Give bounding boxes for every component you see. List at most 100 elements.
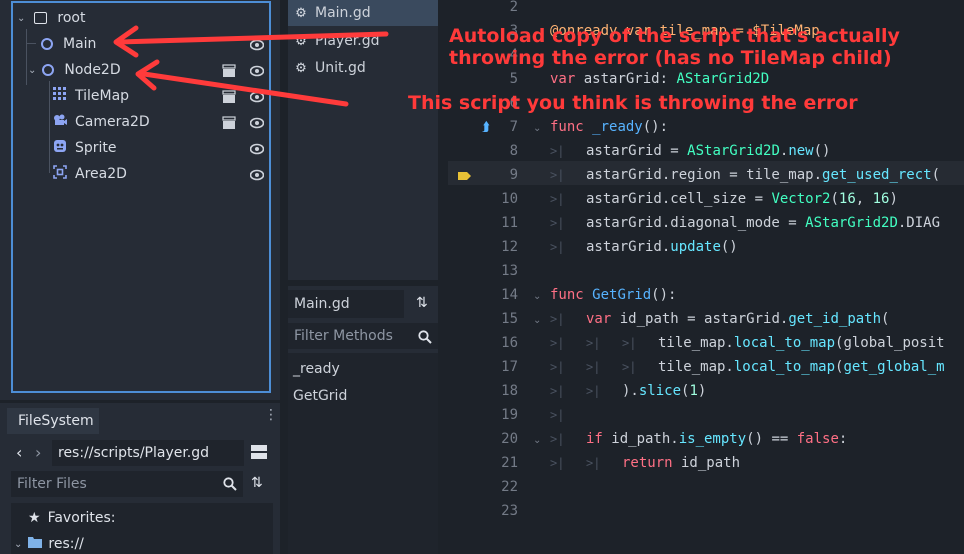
script-item-label: Player.gd bbox=[315, 33, 380, 49]
tab-marker-icon: >| bbox=[550, 168, 565, 182]
tab-marker-icon: >| bbox=[586, 336, 601, 350]
camera-icon bbox=[53, 113, 67, 131]
tree-item-label: Sprite bbox=[75, 140, 117, 156]
chevron-down-icon[interactable]: ⌄ bbox=[14, 539, 22, 550]
code-line: if id_path.is_empty() == false: bbox=[586, 431, 848, 447]
more-options-icon[interactable]: ⋮ bbox=[264, 408, 278, 422]
clapperboard-icon[interactable] bbox=[222, 63, 236, 77]
method-item[interactable]: _ready bbox=[293, 361, 340, 377]
visibility-eye-icon[interactable] bbox=[249, 37, 265, 51]
star-icon: ★ bbox=[28, 510, 41, 526]
favorites-item[interactable]: ★ Favorites: bbox=[28, 510, 116, 526]
methods-panel: Main.gd ⇅ Filter Methods _ready GetGrid bbox=[288, 286, 438, 554]
line-number: 18 bbox=[501, 383, 518, 399]
back-arrow-icon[interactable]: ‹ bbox=[16, 443, 22, 462]
visibility-eye-icon[interactable] bbox=[249, 141, 265, 155]
filter-files-input[interactable]: Filter Files bbox=[11, 471, 243, 497]
node-circle-icon bbox=[41, 38, 53, 50]
fold-arrow-icon[interactable]: ⌄ bbox=[533, 435, 541, 446]
clapperboard-icon[interactable] bbox=[222, 89, 236, 103]
script-item-label: Unit.gd bbox=[315, 60, 366, 76]
tree-item-label: Area2D bbox=[75, 166, 127, 182]
methods-title: Main.gd bbox=[288, 290, 404, 318]
code-line: astarGrid.cell_size = Vector2(16, 16) bbox=[586, 191, 898, 207]
tree-item-area2d[interactable]: Area2D bbox=[53, 161, 127, 187]
tab-marker-icon: >| bbox=[550, 336, 565, 350]
gear-icon: ⚙ bbox=[295, 60, 307, 76]
line-number: 14 bbox=[501, 287, 518, 303]
tree-item-label: Main bbox=[63, 36, 97, 52]
annotation-autoload-note: Autoload copy of the script that's actua… bbox=[449, 25, 900, 69]
visibility-eye-icon[interactable] bbox=[249, 89, 265, 103]
visibility-eye-icon[interactable] bbox=[249, 63, 265, 77]
line-number: 10 bbox=[501, 191, 518, 207]
script-item-player[interactable]: ⚙ Player.gd bbox=[288, 28, 438, 54]
code-line: return id_path bbox=[622, 455, 741, 471]
script-item-unit[interactable]: ⚙ Unit.gd bbox=[288, 55, 438, 81]
sort-icon[interactable]: ⇅ bbox=[251, 475, 263, 491]
methods-list: _ready GetGrid bbox=[288, 353, 438, 554]
tree-item-node2d[interactable]: ⌄ Node2D bbox=[28, 57, 121, 83]
tab-marker-icon: >| bbox=[550, 408, 565, 422]
connected-signal-icon[interactable]: ⮭ bbox=[482, 120, 490, 135]
tab-filesystem[interactable]: FileSystem bbox=[7, 408, 99, 434]
visibility-eye-icon[interactable] bbox=[249, 115, 265, 129]
annotation-script-note: This script you think is throwing the er… bbox=[408, 92, 858, 114]
split-view-icon[interactable] bbox=[251, 444, 267, 464]
res-folder-item[interactable]: ⌄ res:// bbox=[14, 536, 84, 552]
tab-marker-icon: >| bbox=[622, 336, 637, 350]
file-tree: ★ Favorites: ⌄ res:// bbox=[11, 503, 273, 554]
scene-panel: ⌄ root Main ⌄ Node2D TileMap Camera2D Sp… bbox=[0, 0, 280, 400]
tree-item-label: Node2D bbox=[64, 62, 121, 78]
line-number: 17 bbox=[501, 359, 518, 375]
scene-tree: ⌄ root Main ⌄ Node2D TileMap Camera2D Sp… bbox=[11, 1, 271, 393]
clapperboard-icon[interactable] bbox=[222, 115, 236, 129]
filesystem-panel: FileSystem ⋮ ‹ › res://scripts/Player.gd… bbox=[0, 403, 280, 554]
tree-item-label: root bbox=[57, 10, 86, 26]
res-folder-label: res:// bbox=[48, 536, 84, 552]
line-number: 13 bbox=[501, 263, 518, 279]
tree-item-tilemap[interactable]: TileMap bbox=[53, 83, 129, 109]
line-number: 11 bbox=[501, 215, 518, 231]
forward-arrow-icon[interactable]: › bbox=[35, 443, 41, 462]
line-number: 7 bbox=[509, 119, 518, 135]
tree-item-root[interactable]: ⌄ root bbox=[17, 5, 85, 31]
line-number: 19 bbox=[501, 407, 518, 423]
line-number: 16 bbox=[501, 335, 518, 351]
method-item[interactable]: GetGrid bbox=[293, 388, 347, 404]
code-line: func _ready(): bbox=[550, 119, 669, 135]
visibility-eye-icon[interactable] bbox=[249, 167, 265, 181]
fold-arrow-icon[interactable]: ⌄ bbox=[533, 315, 541, 326]
tree-item-sprite[interactable]: Sprite bbox=[53, 135, 117, 161]
fold-arrow-icon[interactable]: ⌄ bbox=[533, 123, 541, 134]
script-item-main[interactable]: ⚙ Main.gd bbox=[288, 0, 438, 26]
search-icon[interactable] bbox=[418, 329, 432, 348]
fold-arrow-icon[interactable]: ⌄ bbox=[533, 291, 541, 302]
line-number: 2 bbox=[509, 0, 518, 15]
tree-item-main[interactable]: Main bbox=[41, 31, 96, 57]
code-line: astarGrid = AStarGrid2D.new() bbox=[586, 143, 831, 159]
sort-icon[interactable]: ⇅ bbox=[416, 295, 428, 311]
tab-marker-icon: >| bbox=[550, 144, 565, 158]
search-icon[interactable] bbox=[223, 476, 237, 495]
code-editor[interactable]: 2 3 4 5 6 7 8 9 10 11 12 13 14 15 16 17 … bbox=[448, 0, 964, 554]
code-line: ).slice(1) bbox=[622, 383, 707, 399]
tab-marker-icon: >| bbox=[586, 360, 601, 374]
code-line: astarGrid.diagonal_mode = AStarGrid2D.DI… bbox=[586, 215, 941, 231]
chevron-down-icon[interactable]: ⌄ bbox=[17, 13, 25, 24]
script-item-label: Main.gd bbox=[315, 5, 371, 21]
node-root-icon bbox=[34, 12, 48, 24]
tab-marker-icon: >| bbox=[550, 384, 565, 398]
line-number: 9 bbox=[509, 167, 518, 183]
chevron-down-icon[interactable]: ⌄ bbox=[28, 65, 36, 76]
filter-methods-input[interactable]: Filter Methods bbox=[288, 323, 438, 349]
gear-icon: ⚙ bbox=[295, 5, 307, 21]
tab-marker-icon: >| bbox=[550, 432, 565, 446]
code-line: tile_map.local_to_map(global_posit bbox=[658, 335, 945, 351]
gear-icon: ⚙ bbox=[295, 33, 307, 49]
path-field[interactable]: res://scripts/Player.gd bbox=[52, 440, 244, 466]
tree-item-camera2d[interactable]: Camera2D bbox=[53, 109, 150, 135]
tilemap-icon bbox=[53, 87, 67, 105]
sprite-icon bbox=[53, 139, 67, 157]
node-circle-icon bbox=[42, 64, 55, 76]
